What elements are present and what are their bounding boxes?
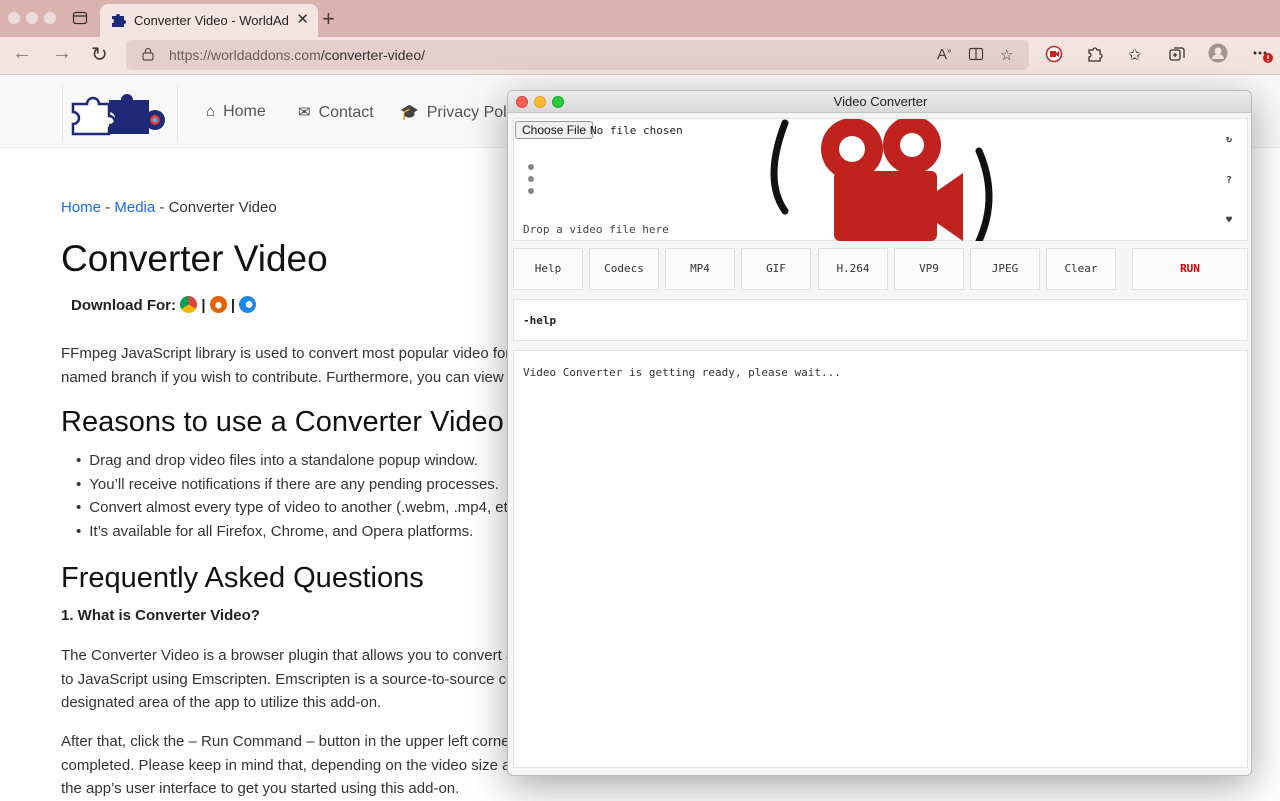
help-button[interactable]: Help bbox=[513, 248, 583, 290]
chrome-icon[interactable] bbox=[180, 296, 198, 313]
help-icon[interactable]: ? bbox=[1226, 175, 1232, 186]
collections-icon[interactable] bbox=[1168, 45, 1186, 68]
page-title: Converter Video bbox=[61, 238, 328, 279]
lock-icon bbox=[142, 47, 154, 61]
nav-privacy[interactable]: 🎓 Privacy Polic bbox=[400, 103, 518, 122]
window-minimize-dot[interactable] bbox=[26, 12, 38, 24]
nav-home-label: Home bbox=[223, 103, 266, 120]
jpeg-button[interactable]: JPEG bbox=[970, 248, 1040, 290]
list-item: Drag and drop video files into a standal… bbox=[76, 452, 529, 476]
browser-toolbar: ← → ↻ https://worldaddons.com/converter-… bbox=[0, 37, 1280, 75]
command-text: -help bbox=[523, 314, 557, 327]
popup-title-bar[interactable]: Video Converter bbox=[508, 91, 1251, 113]
video-converter-window: Video Converter Choose File No file chos… bbox=[507, 90, 1252, 776]
forward-icon[interactable]: → bbox=[52, 42, 72, 65]
firefox-icon[interactable] bbox=[209, 296, 227, 313]
popup-close-button[interactable] bbox=[516, 96, 528, 108]
breadcrumb-current: Converter Video bbox=[168, 199, 277, 216]
refresh-icon[interactable]: ↻ bbox=[1226, 134, 1232, 145]
download-for-label: Download For: bbox=[71, 297, 176, 314]
choose-file-button[interactable]: Choose File bbox=[515, 121, 594, 139]
graduation-cap-icon: 🎓 bbox=[400, 104, 419, 121]
run-button[interactable]: RUN bbox=[1132, 248, 1248, 290]
reasons-list: Drag and drop video files into a standal… bbox=[76, 452, 529, 547]
browser-tab-active[interactable]: Converter Video - WorldAddons ✕ bbox=[100, 4, 318, 37]
faq-p2-line: completed. Please keep in mind that, dep… bbox=[61, 757, 543, 774]
nav-home[interactable]: ⌂ Home bbox=[206, 103, 266, 121]
list-item: Convert almost every type of video to an… bbox=[76, 499, 528, 523]
breadcrumb-media[interactable]: Media bbox=[114, 199, 155, 216]
nav-contact-label: Contact bbox=[318, 104, 374, 121]
command-button-row: Help Codecs MP4 GIF H.264 VP9 JPEG Clear… bbox=[513, 248, 1248, 290]
reasons-heading: Reasons to use a Converter Video bbox=[61, 406, 504, 438]
immersive-reader-icon[interactable] bbox=[968, 46, 984, 66]
extension-converter-icon[interactable] bbox=[1045, 45, 1063, 68]
settings-more-icon[interactable] bbox=[1252, 43, 1274, 70]
breadcrumb-separator: - bbox=[101, 199, 115, 216]
extensions-puzzle-icon[interactable] bbox=[1086, 45, 1104, 68]
back-icon[interactable]: ← bbox=[12, 42, 32, 65]
breadcrumb-home[interactable]: Home bbox=[61, 199, 101, 216]
video-camera-logo-icon bbox=[770, 119, 993, 241]
profile-avatar-icon[interactable] bbox=[1208, 43, 1228, 68]
heart-icon[interactable]: ♥ bbox=[1226, 215, 1232, 226]
codecs-button[interactable]: Codecs bbox=[589, 248, 659, 290]
drag-handle-icon[interactable] bbox=[528, 164, 534, 200]
intro-line-1: FFmpeg JavaScript library is used to con… bbox=[61, 345, 536, 362]
download-for: Download For: | | bbox=[71, 296, 257, 314]
site-logo[interactable] bbox=[62, 86, 178, 142]
intro-line-2: named branch if you wish to contribute. … bbox=[61, 369, 540, 386]
vp9-button[interactable]: VP9 bbox=[894, 248, 964, 290]
nav-privacy-label: Privacy Polic bbox=[426, 104, 519, 121]
envelope-icon: ✉ bbox=[298, 104, 311, 121]
sidebar-toggle-icon[interactable] bbox=[72, 10, 88, 31]
nav-contact[interactable]: ✉ Contact bbox=[298, 103, 374, 122]
faq-p2-line: the app’s user interface to get you star… bbox=[61, 780, 460, 797]
favorites-icon[interactable]: ✩ bbox=[1128, 45, 1141, 65]
url-text: https://worldaddons.com/converter-video/ bbox=[169, 47, 426, 63]
gif-button[interactable]: GIF bbox=[741, 248, 811, 290]
list-item: You’ll receive notifications if there ar… bbox=[76, 476, 529, 500]
home-icon: ⌂ bbox=[206, 103, 216, 120]
tab-close-icon[interactable]: ✕ bbox=[296, 10, 309, 28]
popup-title: Video Converter bbox=[833, 94, 928, 109]
faq-question-1: 1. What is Converter Video? bbox=[61, 607, 260, 624]
browser-tab-bar: Converter Video - WorldAddons ✕ + bbox=[0, 0, 1280, 37]
tab-title: Converter Video - WorldAddons bbox=[134, 13, 289, 28]
read-aloud-icon[interactable]: A» bbox=[937, 46, 951, 63]
clear-button[interactable]: Clear bbox=[1046, 248, 1116, 290]
address-bar[interactable]: https://worldaddons.com/converter-video/… bbox=[126, 40, 1029, 70]
drop-hint: Drop a video file here bbox=[523, 223, 669, 236]
output-console[interactable]: Video Converter is getting ready, please… bbox=[513, 350, 1248, 768]
h264-button[interactable]: H.264 bbox=[818, 248, 888, 290]
file-status: No file chosen bbox=[590, 124, 683, 137]
command-input[interactable]: -help bbox=[513, 299, 1248, 341]
popup-minimize-button[interactable] bbox=[534, 96, 546, 108]
reload-icon[interactable]: ↻ bbox=[91, 42, 108, 67]
faq-heading: Frequently Asked Questions bbox=[61, 562, 424, 594]
faq-p1-line: designated area of the app to utilize th… bbox=[61, 694, 382, 711]
faq-p1-line: The Converter Video is a browser plugin … bbox=[61, 647, 538, 664]
breadcrumb: Home - Media - Converter Video bbox=[61, 199, 277, 216]
new-tab-icon[interactable]: + bbox=[322, 6, 335, 32]
breadcrumb-separator: - bbox=[155, 199, 169, 216]
faq-p2-line: After that, click the – Run Command – bu… bbox=[61, 733, 532, 750]
output-text: Video Converter is getting ready, please… bbox=[523, 366, 841, 379]
edge-icon[interactable] bbox=[239, 296, 257, 313]
puzzle-favicon-icon bbox=[112, 14, 126, 27]
mp4-button[interactable]: MP4 bbox=[665, 248, 735, 290]
window-close-dot[interactable] bbox=[8, 12, 20, 24]
favorite-add-icon[interactable]: ☆ bbox=[1000, 46, 1013, 64]
popup-zoom-button[interactable] bbox=[552, 96, 564, 108]
list-item: It’s available for all Firefox, Chrome, … bbox=[76, 523, 529, 547]
window-zoom-dot[interactable] bbox=[44, 12, 56, 24]
drop-zone[interactable]: Choose File No file chosen ↻ ? ♥ Drop a … bbox=[513, 118, 1248, 241]
faq-p1-line: to JavaScript using Emscripten. Emscript… bbox=[61, 671, 536, 688]
